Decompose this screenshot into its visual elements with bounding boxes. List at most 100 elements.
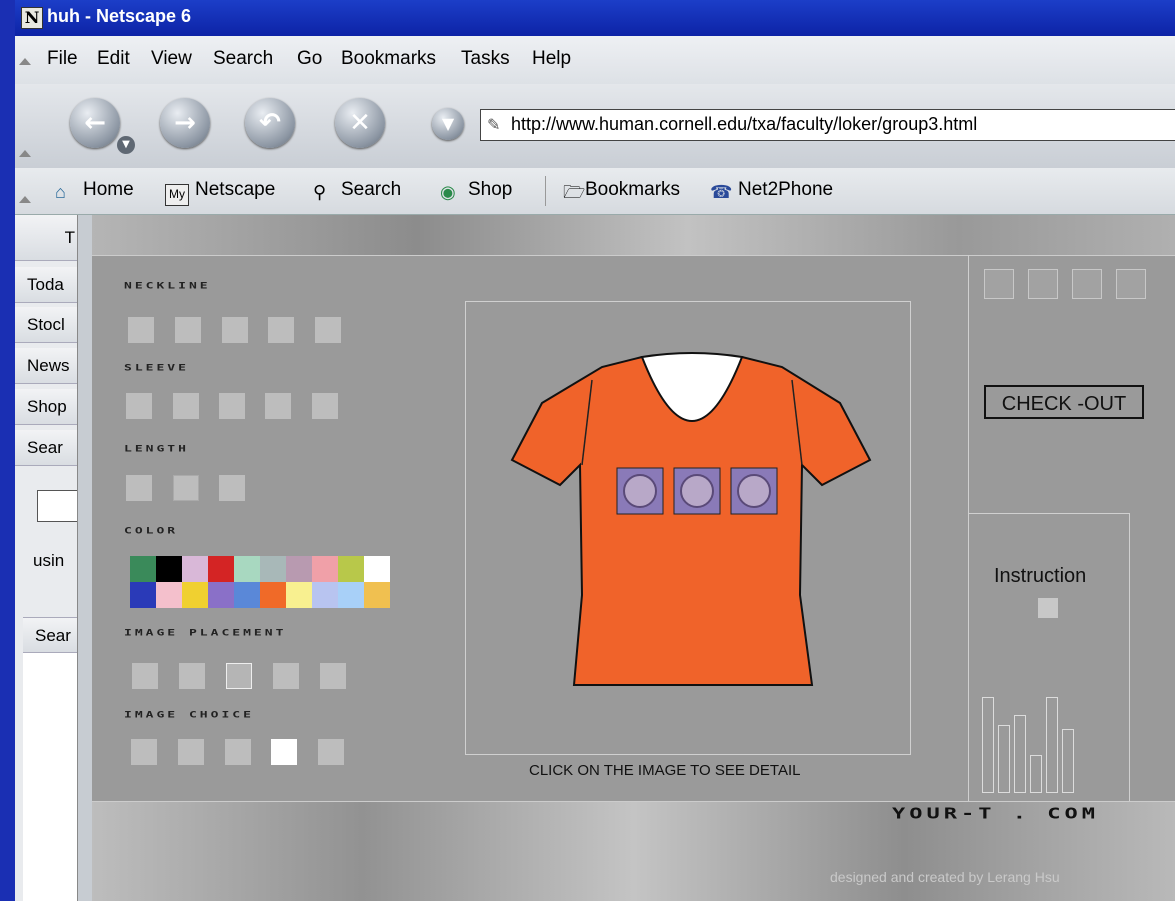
color-swatch[interactable]: [312, 556, 338, 582]
decorative-bar: [1030, 755, 1042, 793]
detail-caption: CLICK ON THE IMAGE TO SEE DETAIL: [529, 762, 801, 779]
color-swatch[interactable]: [130, 556, 156, 582]
color-swatch[interactable]: [208, 556, 234, 582]
toolbar-grip-icon[interactable]: [19, 150, 31, 157]
sidebar-tab-search[interactable]: Sear: [15, 430, 77, 466]
sleeve-option[interactable]: [312, 393, 338, 419]
color-swatch[interactable]: [208, 582, 234, 608]
my-netscape-button[interactable]: My Netscape: [165, 179, 275, 206]
image-placement-option[interactable]: [179, 663, 205, 689]
color-swatch[interactable]: [156, 582, 182, 608]
image-placement-option[interactable]: [226, 663, 252, 689]
menu-help[interactable]: Help: [532, 48, 571, 70]
length-option[interactable]: [219, 475, 245, 501]
designer-credit: designed and created by Lerang Hsu: [830, 869, 1060, 885]
color-swatch[interactable]: [260, 556, 286, 582]
tshirt-preview-image[interactable]: [502, 345, 892, 705]
search-button[interactable]: ⚲ Search: [313, 179, 401, 202]
bookmarks-button[interactable]: 🗁Bookmarks: [563, 179, 680, 202]
sidebar-tab-shop[interactable]: Shop: [15, 389, 77, 425]
length-option[interactable]: [173, 475, 199, 501]
neckline-option[interactable]: [175, 317, 201, 343]
sidebar-results-area: [23, 653, 77, 901]
menu-search[interactable]: Search: [213, 48, 273, 70]
color-swatch[interactable]: [234, 582, 260, 608]
color-swatch[interactable]: [260, 582, 286, 608]
menu-go[interactable]: Go: [297, 48, 322, 70]
sidebar-tab-news[interactable]: News: [15, 348, 77, 384]
sleeve-option[interactable]: [173, 393, 199, 419]
image-choice-option[interactable]: [131, 739, 157, 765]
checkout-button[interactable]: CHECK -OUT: [984, 385, 1144, 419]
image-choice-option[interactable]: [225, 739, 251, 765]
sidebar-search-results-tab[interactable]: Sear: [23, 617, 77, 653]
image-choice-option-selected[interactable]: [271, 739, 297, 765]
color-swatch[interactable]: [312, 582, 338, 608]
menu-view[interactable]: View: [151, 48, 192, 70]
cloud-banner-top: [92, 215, 1175, 256]
image-placement-option[interactable]: [273, 663, 299, 689]
color-swatch[interactable]: [286, 556, 312, 582]
sidebar-splitter[interactable]: [77, 215, 93, 901]
phone-icon: ☎: [710, 182, 733, 202]
shop-button[interactable]: ◉ Shop: [440, 179, 512, 202]
search-magnifier-icon: ⚲: [313, 182, 327, 202]
color-swatch[interactable]: [182, 582, 208, 608]
sidebar-header: T: [15, 215, 77, 261]
sleeve-option[interactable]: [126, 393, 152, 419]
sidebar-tab-stocks[interactable]: Stocl: [15, 307, 77, 343]
image-choice-option[interactable]: [318, 739, 344, 765]
neckline-option[interactable]: [268, 317, 294, 343]
sidebar-search-input[interactable]: [37, 490, 79, 522]
decorative-bar: [982, 697, 994, 793]
stop-button[interactable]: ✕: [335, 98, 385, 148]
url-field[interactable]: ✎ http://www.human.cornell.edu/txa/facul…: [480, 109, 1175, 141]
instruction-button[interactable]: [1038, 598, 1058, 618]
reload-icon: ↶: [259, 108, 281, 138]
home-label: Home: [83, 179, 134, 200]
home-button[interactable]: ⌂ Home: [55, 179, 134, 202]
image-choice-option[interactable]: [178, 739, 204, 765]
menu-bar: File Edit View Search Go Bookmarks Tasks…: [15, 36, 1175, 84]
color-swatch[interactable]: [182, 556, 208, 582]
neckline-option[interactable]: [315, 317, 341, 343]
color-swatch[interactable]: [234, 556, 260, 582]
image-placement-heading: IMAGE PLACEMENT: [124, 628, 287, 639]
corner-square: [1072, 269, 1102, 299]
toolbar-grip-icon[interactable]: [19, 58, 31, 65]
neckline-option[interactable]: [222, 317, 248, 343]
menu-edit[interactable]: Edit: [97, 48, 130, 70]
my-netscape-icon: My: [165, 184, 189, 206]
corner-square: [1116, 269, 1146, 299]
color-swatch[interactable]: [338, 582, 364, 608]
back-button[interactable]: ←: [70, 98, 120, 148]
sleeve-option[interactable]: [265, 393, 291, 419]
personal-toolbar: ⌂ Home My Netscape ⚲ Search ◉ Shop 🗁Bookmark…: [15, 168, 1175, 215]
menu-file[interactable]: File: [47, 48, 78, 70]
sidebar-tab-today[interactable]: Toda: [15, 267, 77, 303]
forward-button[interactable]: →: [160, 98, 210, 148]
shop-icon: ◉: [440, 182, 456, 202]
color-swatch[interactable]: [364, 556, 390, 582]
search-label: Search: [341, 179, 402, 200]
color-swatch[interactable]: [286, 582, 312, 608]
sleeve-heading: SLEEVE: [124, 363, 189, 374]
toolbar-grip-icon[interactable]: [19, 196, 31, 203]
image-placement-option[interactable]: [132, 663, 158, 689]
image-placement-option[interactable]: [320, 663, 346, 689]
color-swatch[interactable]: [130, 582, 156, 608]
forward-arrow-icon: →: [174, 108, 196, 138]
reload-button[interactable]: ↶: [245, 98, 295, 148]
url-dropdown-button[interactable]: ▼: [432, 108, 464, 140]
color-swatch[interactable]: [156, 556, 182, 582]
menu-bookmarks[interactable]: Bookmarks: [341, 48, 436, 70]
color-swatch[interactable]: [338, 556, 364, 582]
sleeve-option[interactable]: [219, 393, 245, 419]
back-history-dropdown-icon[interactable]: ▼: [117, 136, 135, 154]
length-option[interactable]: [126, 475, 152, 501]
net2phone-button[interactable]: ☎ Net2Phone: [710, 179, 833, 202]
color-swatch[interactable]: [364, 582, 390, 608]
instruction-label: Instruction: [994, 565, 1087, 587]
menu-tasks[interactable]: Tasks: [461, 48, 510, 70]
neckline-option[interactable]: [128, 317, 154, 343]
